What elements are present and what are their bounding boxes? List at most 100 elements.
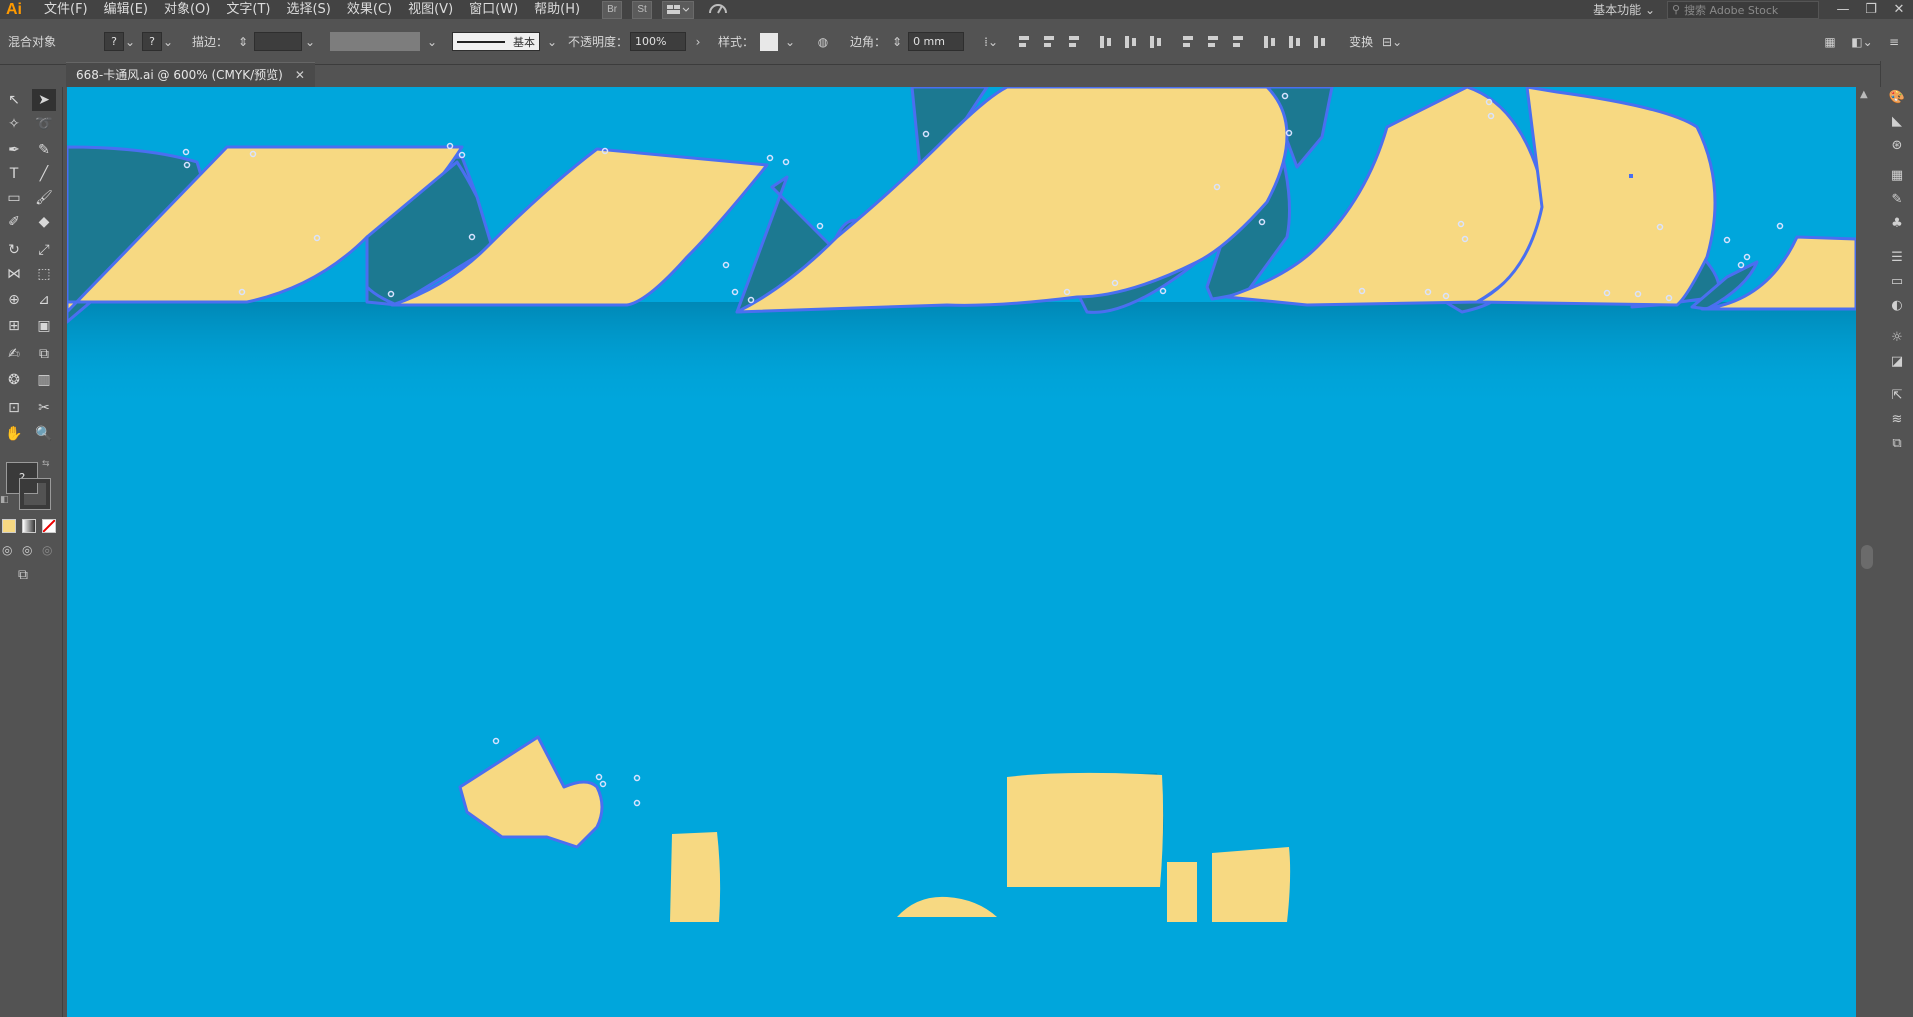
graphic-styles-icon[interactable]: ◪ [1887, 351, 1907, 371]
eyedropper-icon[interactable]: ✍ [2, 343, 26, 365]
swap-colors-icon[interactable]: ⇆ [42, 459, 50, 469]
chevron-down-icon[interactable]: ⌄ [124, 33, 136, 51]
scale-icon[interactable]: ⤢ [32, 239, 56, 261]
column-graph-icon[interactable]: ▥ [32, 369, 56, 391]
distribute-right-icon[interactable] [1313, 35, 1329, 49]
draw-inside-icon[interactable]: ◎ [42, 543, 52, 557]
chevron-down-icon[interactable]: ⌄ [546, 33, 558, 51]
grid-icon[interactable]: ▦ [1821, 33, 1839, 51]
menu-item[interactable]: 窗口(W) [461, 0, 526, 19]
chevron-down-icon[interactable]: ⌄ [162, 33, 174, 51]
draw-mode-icon[interactable]: ◎ [2, 543, 12, 557]
artboard-icon[interactable]: ⊡ [2, 397, 26, 419]
workspace-switcher[interactable]: 基本功能 ⌄ [1581, 1, 1667, 18]
distribute-center-v-icon[interactable] [1206, 35, 1222, 49]
align-left-icon[interactable] [1017, 35, 1033, 49]
pen-icon[interactable]: ✒ [2, 139, 26, 161]
artboards-icon[interactable]: ⧉ [1887, 433, 1907, 453]
zoom-icon[interactable]: 🔍 [32, 423, 56, 445]
artboard-canvas[interactable] [67, 87, 1856, 1017]
magic-wand-icon[interactable]: ✧ [2, 113, 26, 135]
align-center-v-icon[interactable] [1124, 35, 1140, 49]
appearance-icon[interactable]: ☼ [1887, 327, 1907, 347]
screen-mode-icon[interactable]: ⧉ [18, 567, 28, 583]
stroke-swatch[interactable]: ? [142, 32, 162, 51]
chevron-down-icon[interactable]: ⌄ [784, 33, 796, 51]
recolor-artwork-icon[interactable]: ◍ [814, 33, 832, 51]
paintbrush-icon[interactable]: 🖌 [32, 187, 56, 209]
swatches-icon[interactable]: ▦ [1887, 165, 1907, 185]
transparency-icon[interactable]: ◐ [1887, 295, 1907, 315]
opacity-input[interactable]: 100% [630, 32, 687, 51]
cc-libraries-icon[interactable]: ⊛ [1887, 135, 1907, 155]
menu-item[interactable]: 对象(O) [156, 0, 218, 19]
symbols-icon[interactable]: ♣ [1887, 213, 1907, 233]
draw-behind-icon[interactable]: ◎ [22, 543, 32, 557]
rotate-icon[interactable]: ↻ [2, 239, 26, 261]
maximize-button[interactable]: ❐ [1857, 2, 1885, 17]
transform-label[interactable]: 变换 [1349, 33, 1373, 50]
menu-item[interactable]: 文件(F) [36, 0, 96, 19]
type-icon[interactable]: T [2, 163, 26, 185]
panel-menu-icon[interactable]: ≡ [1885, 33, 1903, 51]
eraser-icon[interactable]: ◆ [32, 211, 56, 233]
layers-icon[interactable]: ≋ [1887, 409, 1907, 429]
document-tab[interactable]: 668-卡通风.ai @ 600% (CMYK/预览) ✕ [66, 61, 315, 87]
menu-item[interactable]: 编辑(E) [96, 0, 156, 19]
color-guide-icon[interactable]: ◣ [1887, 111, 1907, 131]
scrollbar-thumb[interactable] [1861, 545, 1873, 569]
stroke-panel-icon[interactable]: ☰ [1887, 247, 1907, 267]
align-bottom-icon[interactable] [1149, 35, 1165, 49]
brush-definition-select[interactable]: 基本 [452, 32, 541, 51]
menu-item[interactable]: 帮助(H) [526, 0, 588, 19]
color-mode-icon[interactable] [2, 519, 16, 533]
brushes-icon[interactable]: ✎ [1887, 189, 1907, 209]
asset-export-icon[interactable]: ⇱ [1887, 385, 1907, 405]
align-to-selection-icon[interactable]: ⁞⌄ [982, 33, 1000, 51]
hand-icon[interactable]: ✋ [2, 423, 26, 445]
chevron-down-icon[interactable]: ⌄ [304, 33, 316, 51]
corner-radius-input[interactable]: 0 mm [908, 32, 965, 51]
gpu-performance-icon[interactable] [708, 1, 728, 19]
none-mode-icon[interactable] [42, 519, 56, 533]
opacity-label[interactable]: 不透明度： [568, 33, 628, 50]
selection-tool-icon[interactable]: ↖ [2, 89, 26, 111]
stock-search-input[interactable]: ⚲ 搜索 Adobe Stock [1667, 0, 1819, 19]
rectangle-icon[interactable]: ▭ [2, 187, 26, 209]
distribute-bottom-icon[interactable] [1231, 35, 1247, 49]
curvature-icon[interactable]: ✎ [32, 139, 56, 161]
graphic-style-swatch[interactable] [760, 32, 779, 51]
width-icon[interactable]: ⋈ [2, 263, 26, 285]
perspective-icon[interactable]: ⊿ [32, 289, 56, 311]
arrange-documents-button[interactable] [662, 0, 695, 19]
gradient-icon[interactable]: ▣ [32, 315, 56, 337]
close-window-button[interactable]: ✕ [1885, 2, 1913, 17]
scroll-up-icon[interactable]: ▲ [1860, 89, 1868, 100]
isolate-object-icon[interactable]: ⊟⌄ [1382, 33, 1402, 51]
free-transform-icon[interactable]: ⬚ [32, 263, 56, 285]
blend-icon[interactable]: ⧉ [32, 343, 56, 365]
align-top-icon[interactable] [1099, 35, 1115, 49]
align-center-h-icon[interactable] [1042, 35, 1058, 49]
menu-item[interactable]: 选择(S) [278, 0, 338, 19]
minimize-button[interactable]: — [1829, 2, 1857, 17]
lasso-icon[interactable]: ➰ [32, 113, 56, 135]
gradient-panel-icon[interactable]: ▭ [1887, 271, 1907, 291]
chevron-down-icon[interactable]: ⌄ [426, 33, 438, 51]
stock-button[interactable]: St [632, 0, 653, 19]
stroke-weight-input[interactable] [254, 32, 303, 51]
bridge-button[interactable]: Br [602, 0, 623, 19]
line-icon[interactable]: ╱ [32, 163, 56, 185]
fill-swatch[interactable]: ? [104, 32, 124, 51]
menu-item[interactable]: 效果(C) [339, 0, 400, 19]
distribute-left-icon[interactable] [1263, 35, 1279, 49]
shape-builder-icon[interactable]: ⊕ [2, 289, 26, 311]
lower-shapes[interactable] [458, 735, 1291, 922]
stepper-icon[interactable]: ⇕ [234, 33, 252, 51]
shaper-icon[interactable]: ✐ [2, 211, 26, 233]
arrange-icon[interactable]: ◧⌄ [1851, 33, 1872, 51]
stepper-icon[interactable]: ⇕ [888, 33, 906, 51]
distribute-top-icon[interactable] [1181, 35, 1197, 49]
distribute-center-h-icon[interactable] [1288, 35, 1304, 49]
default-colors-icon[interactable]: ◧ [0, 495, 9, 505]
